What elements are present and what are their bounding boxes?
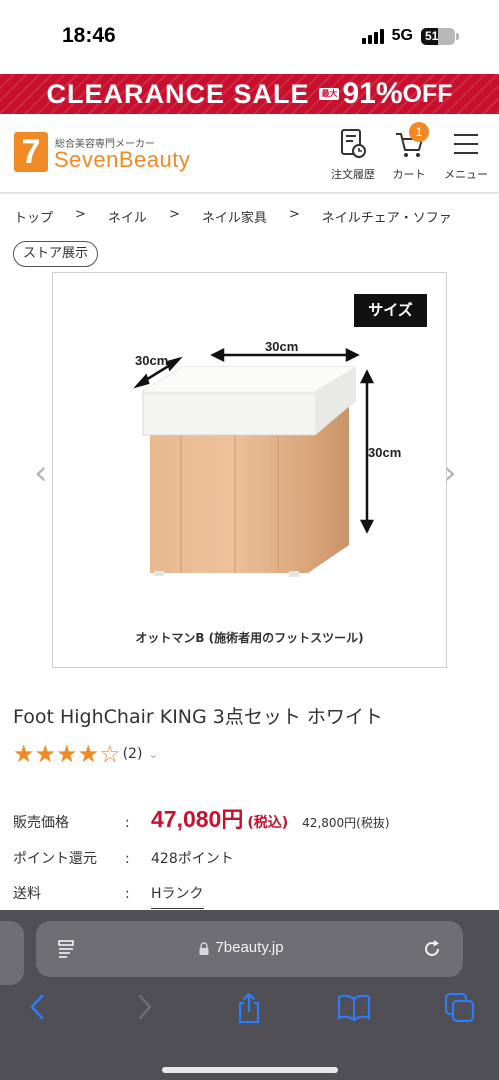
store-display-tag[interactable]: ストア展示 <box>13 241 99 267</box>
price-row: 販売価格 : 47,080 円 (税込) 42,800円(税抜) <box>13 802 390 834</box>
order-history-icon <box>341 129 366 158</box>
chevron-down-icon: ⌄ <box>148 747 159 761</box>
banner-text: CLEARANCE SALE <box>46 78 310 109</box>
status-bar: 18:46 5G 51 <box>0 0 499 72</box>
forward-icon[interactable] <box>132 992 156 1022</box>
previous-tab-preview[interactable] <box>0 921 24 985</box>
breadcrumb-separator: > <box>168 207 180 222</box>
bookmarks-icon[interactable] <box>337 992 371 1022</box>
product-title: Foot HighChair KING 3点セット ホワイト <box>13 706 383 728</box>
shipping-colon: : <box>125 886 130 902</box>
shipping-row: 送料 : Hランク <box>13 883 204 909</box>
shipping-rank-link[interactable]: Hランク <box>151 883 204 909</box>
order-history-label: 注文履歴 <box>331 168 375 181</box>
breadcrumb-item-nail-chair[interactable]: ネイルチェア・ソファ <box>322 207 452 229</box>
status-time: 18:46 <box>62 24 116 47</box>
star-empty-icon: ☆ <box>99 740 121 768</box>
price-tax-included: (税込) <box>247 815 289 831</box>
breadcrumb-separator: > <box>75 207 86 222</box>
price-unit: 円 <box>221 808 244 833</box>
points-value: 428ポイント <box>151 851 234 867</box>
clearance-sale-banner[interactable]: CLEARANCE SALE 最大 91% OFF <box>0 74 499 114</box>
price-colon: : <box>125 815 130 831</box>
dimension-height-label: 30cm <box>368 445 402 460</box>
cart-count-badge: 1 <box>409 122 429 142</box>
shipping-label: 送料 <box>13 886 41 902</box>
menu-label: メニュー <box>444 168 488 181</box>
banner-percent: 91% <box>342 77 403 110</box>
logo-name: SevenBeauty <box>54 147 191 172</box>
breadcrumb-item-nail-furniture[interactable]: ネイル家具 <box>202 207 267 229</box>
cart-label: カート <box>392 168 426 181</box>
price-tax-excluded: 42,800円(税抜) <box>302 816 390 830</box>
tabs-icon[interactable] <box>444 992 476 1024</box>
dimension-depth-label: 30cm <box>135 353 169 368</box>
price-value: 47,080 <box>151 806 222 832</box>
battery-icon: 51 <box>421 27 459 45</box>
hamburger-menu-icon <box>454 134 478 154</box>
product-rating[interactable]: ★★★★☆ (2) ⌄ <box>13 742 158 766</box>
site-header: 7 総合美容専門メーカー SevenBeauty 注文履歴 カート 1 メニュー <box>0 114 499 194</box>
order-history-button[interactable]: 注文履歴 <box>325 128 381 182</box>
home-indicator <box>162 1067 338 1073</box>
signal-icon <box>361 28 384 44</box>
points-colon: : <box>125 851 130 867</box>
price-label: 販売価格 <box>13 815 69 831</box>
breadcrumb-separator: > <box>288 207 300 222</box>
logo-mark: 7 <box>14 132 48 172</box>
dimension-width-label: 30cm <box>265 339 299 354</box>
cart-button[interactable]: カート 1 <box>381 122 437 182</box>
star-filled-icon: ★ <box>34 740 57 768</box>
reload-icon[interactable] <box>421 938 443 960</box>
banner-badge: 最大 <box>319 88 340 100</box>
breadcrumb: トップ > ネイル > ネイル家具 > ネイルチェア・ソファ <box>14 207 499 229</box>
review-count: (2) <box>122 746 143 762</box>
prev-image-arrow[interactable]: ‹ <box>34 453 48 493</box>
image-caption: オットマンB (施術者用のフットスツール) <box>135 631 364 645</box>
star-filled-icon: ★ <box>77 740 100 768</box>
back-icon[interactable] <box>26 992 50 1022</box>
menu-button[interactable]: メニュー <box>438 128 494 182</box>
url-domain: 7beauty.jp <box>215 939 284 956</box>
battery-level: 51 <box>425 29 439 43</box>
breadcrumb-item-top[interactable]: トップ <box>14 207 53 229</box>
rating-stars: ★★★★☆ <box>13 742 121 766</box>
ottoman-illustration <box>133 347 375 577</box>
breadcrumb-item-nail[interactable]: ネイル <box>108 207 147 229</box>
points-row: ポイント還元 : 428ポイント <box>13 848 234 868</box>
banner-off: OFF <box>402 79 453 108</box>
product-image[interactable]: サイズ 30cm 30cm 30cm オットマンB (施術者用のフットスツール) <box>52 272 447 668</box>
star-filled-icon: ★ <box>13 740 35 768</box>
address-bar[interactable]: 7beauty.jp <box>36 921 463 977</box>
points-label: ポイント還元 <box>13 851 97 867</box>
share-icon[interactable] <box>235 992 263 1024</box>
network-type: 5G <box>391 27 413 44</box>
star-filled-icon: ★ <box>56 740 78 768</box>
browser-toolbar: 7beauty.jp <box>0 910 499 1080</box>
